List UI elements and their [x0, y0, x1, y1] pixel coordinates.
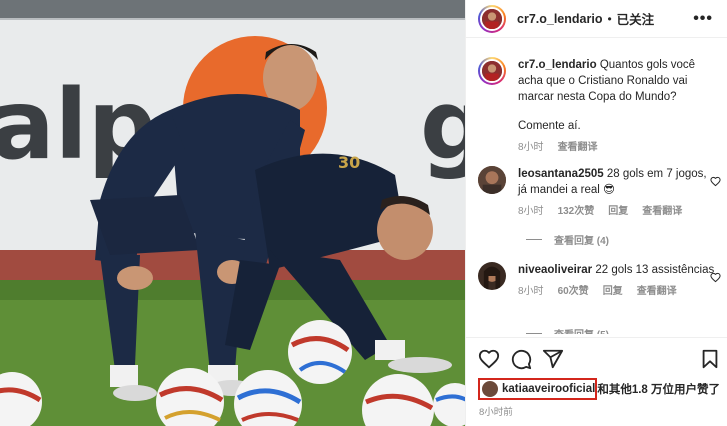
post-sidebar: cr7.o_lendario • 已关注 ••• cr7.o_lendario …	[465, 0, 727, 426]
post-actions	[466, 337, 727, 379]
view-replies[interactable]: 查看回复 (4)	[526, 232, 609, 247]
liker-highlight[interactable]: katiaaveirooficial	[478, 378, 598, 400]
caption-cta: Comente aí.	[518, 120, 581, 132]
caption-time: 8小时	[518, 142, 544, 153]
comment-time: 8小时	[518, 286, 544, 297]
likes-count[interactable]: 和其他1.8 万位用户赞了	[597, 381, 720, 397]
caption: cr7.o_lendario Quantos gols você acha qu…	[466, 57, 727, 156]
comment-likes[interactable]: 132次赞	[558, 204, 595, 220]
likes-summary: katiaaveirooficial 和其他1.8 万位用户赞了	[478, 378, 720, 400]
comment-text: 22 gols 13 assistências	[595, 264, 715, 276]
more-options-icon[interactable]: •••	[693, 10, 713, 28]
comment: niveaoliveirar 22 gols 13 assistências 8…	[466, 262, 727, 300]
view-replies[interactable]: 查看回复 (5)	[526, 326, 609, 334]
caption-avatar[interactable]	[478, 57, 506, 85]
comment-likes[interactable]: 60次赞	[558, 284, 589, 300]
liker-username[interactable]: katiaaveirooficial	[502, 383, 595, 395]
translate-link[interactable]: 查看翻译	[642, 204, 682, 220]
post-time: 8小时前	[479, 407, 513, 418]
translate-link[interactable]: 查看翻译	[637, 284, 677, 300]
comment-time: 8小时	[518, 206, 544, 217]
liker-avatar[interactable]	[482, 381, 498, 397]
commenter-avatar[interactable]	[478, 166, 506, 194]
post-header: cr7.o_lendario • 已关注 •••	[466, 0, 727, 38]
commenter-avatar[interactable]	[478, 262, 506, 290]
comments-scroll[interactable]: cr7.o_lendario Quantos gols você acha qu…	[466, 48, 727, 334]
reply-button[interactable]: 回复	[603, 284, 623, 300]
svg-text:g: g	[420, 69, 465, 181]
caption-translate-link[interactable]: 查看翻译	[558, 140, 598, 156]
heart-icon[interactable]	[478, 348, 500, 370]
post-photo: alp g 30	[0, 0, 465, 426]
caption-username[interactable]: cr7.o_lendario	[518, 59, 597, 71]
separator-dot: •	[607, 11, 612, 26]
reply-button[interactable]: 回复	[608, 204, 628, 220]
bookmark-icon[interactable]	[699, 348, 721, 370]
following-button[interactable]: 已关注	[617, 9, 655, 28]
comment-icon[interactable]	[510, 348, 532, 370]
comment-heart-icon[interactable]	[710, 176, 721, 187]
svg-text:30: 30	[338, 153, 360, 172]
comment: leosantana2505 28 gols em 7 jogos, já ma…	[466, 166, 727, 220]
author-username[interactable]: cr7.o_lendario	[517, 12, 602, 26]
send-icon[interactable]	[542, 348, 564, 370]
comment-username[interactable]: niveaoliveirar	[518, 264, 592, 276]
comment-username[interactable]: leosantana2505	[518, 168, 604, 180]
author-avatar[interactable]	[478, 4, 506, 33]
comment-heart-icon[interactable]	[710, 272, 721, 283]
